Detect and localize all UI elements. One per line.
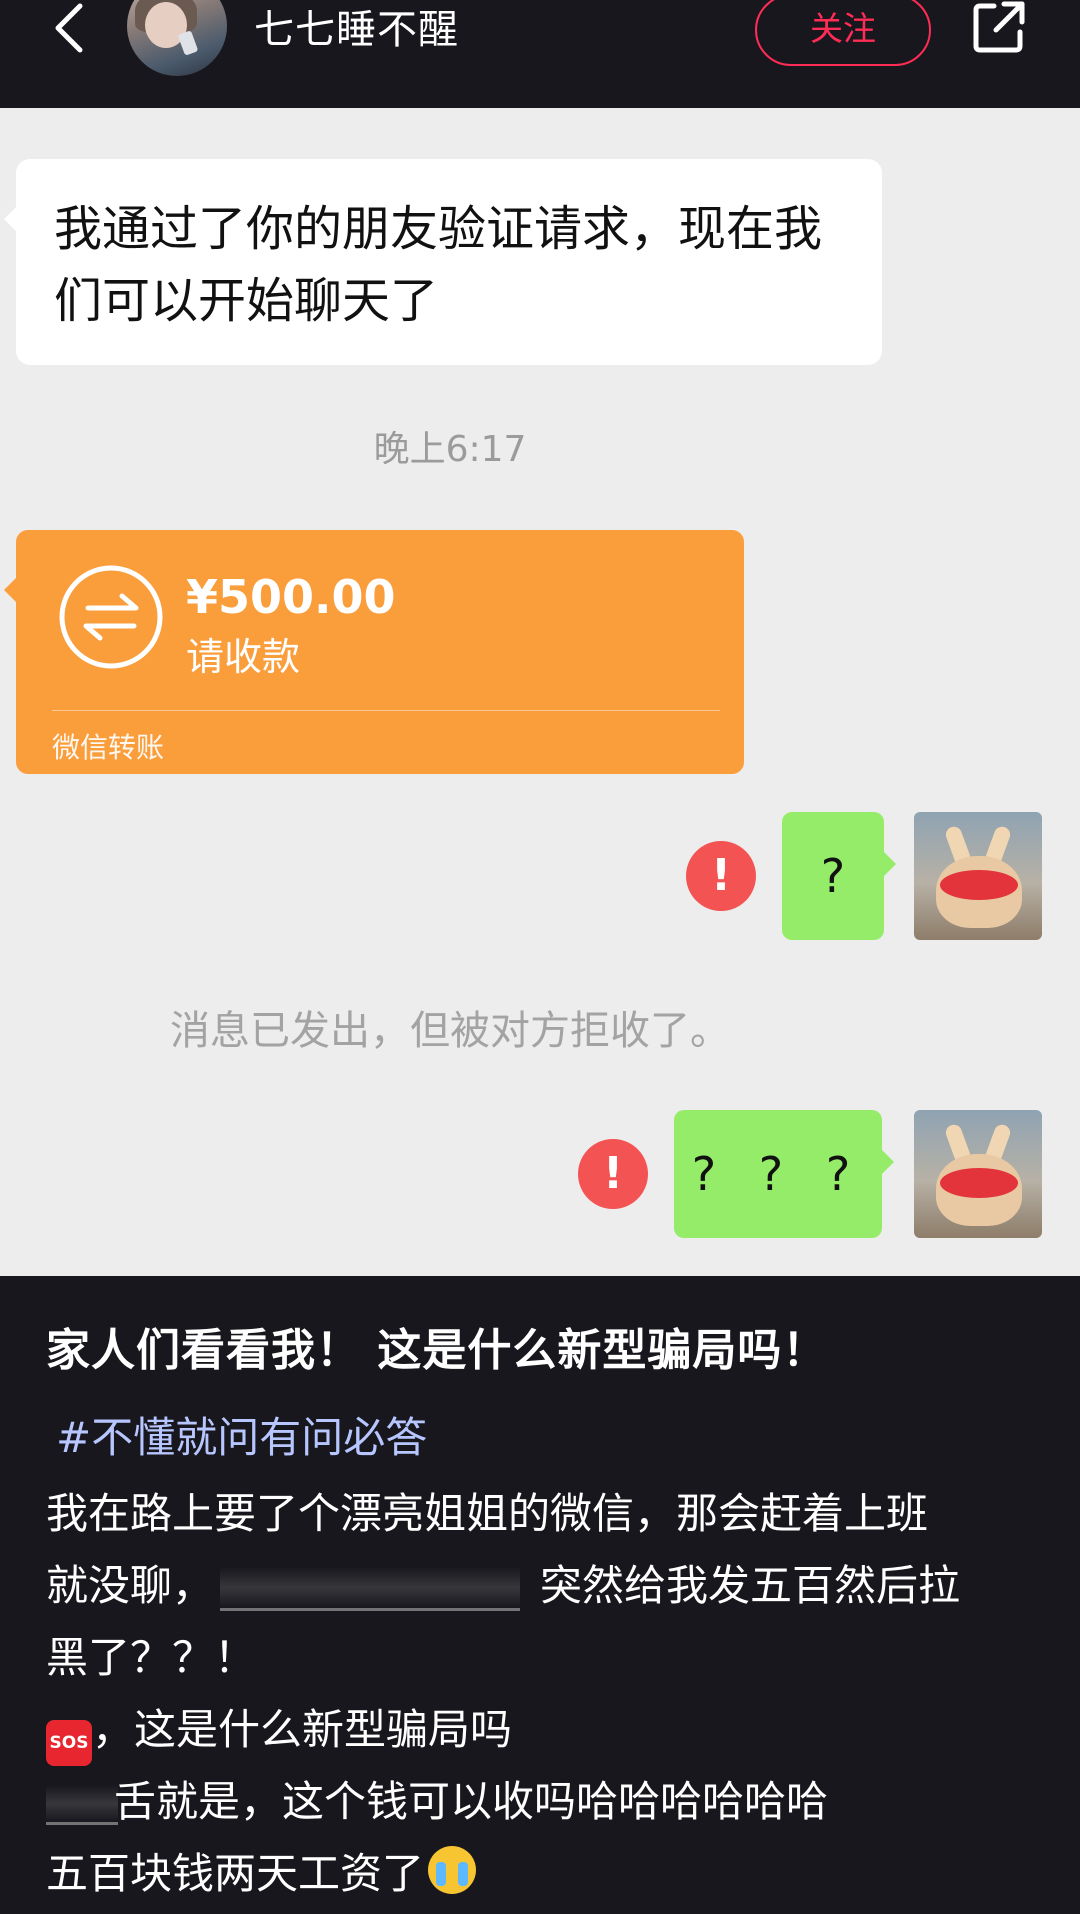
self-avatar — [914, 1110, 1042, 1238]
post-text-segment: 五百块钱两天工资了 — [46, 1849, 425, 1898]
post-text-segment: 舌就是，这个钱可以收吗哈哈哈哈哈哈 — [114, 1777, 829, 1826]
chat-timestamp: 晚上6:17 — [373, 429, 527, 470]
sent-message-bubble: ? — [782, 812, 896, 940]
post-text-line: 黑了？？！ — [46, 1633, 257, 1682]
transfer-status: 请收款 — [186, 635, 301, 679]
transfer-arrows-icon — [59, 565, 163, 669]
self-avatar — [914, 812, 1042, 940]
post-text-segment: 就没聊， — [46, 1561, 215, 1610]
post-text-line: 舌就是，这个钱可以收吗哈哈哈哈哈哈 — [46, 1768, 828, 1829]
share-external-icon — [973, 1, 1025, 53]
post-text-line: 就没聊， 突然给我发五百然后拉 — [46, 1552, 960, 1613]
author-name[interactable]: 七七睡不醒 — [254, 2, 459, 58]
post-text-segment: ，这是什么新型骗局吗 — [92, 1705, 513, 1754]
received-message-bubble: 我通过了你的朋友验证请求，现在我们可以开始聊天了 — [4, 159, 882, 365]
post-text-line: 我在路上要了个漂亮姐姐的微信，那会赶着上班 — [46, 1489, 929, 1538]
author-avatar[interactable] — [127, 0, 227, 76]
transfer-amount: ¥500.00 — [186, 570, 396, 624]
share-button[interactable] — [970, 0, 1030, 56]
avatar-phone — [177, 30, 199, 56]
chat-screenshot[interactable]: 我通过了你的朋友验证请求，现在我们可以开始聊天了 晚上6:17 ¥500.00 … — [0, 108, 1080, 1276]
send-failed-icon: ! — [578, 1139, 648, 1209]
redacted-text — [46, 1784, 118, 1825]
post-text-line: SOS，这是什么新型骗局吗 — [46, 1696, 512, 1766]
transfer-card: ¥500.00 请收款 微信转账 — [4, 530, 744, 774]
hashtag-link[interactable]: #不懂就问有问必答 — [56, 1404, 427, 1465]
avatar-lips — [940, 870, 1018, 900]
post-body: 家人们看看我！ 这是什么新型骗局吗！ #不懂就问有问必答 我在路上要了个漂亮姐姐… — [0, 1276, 1080, 1914]
rejected-notice: 消息已发出，但被对方拒收了。 — [170, 1008, 730, 1054]
post-text-segment: 突然给我发五百然后拉 — [540, 1561, 961, 1610]
redacted-text — [220, 1566, 521, 1611]
chevron-left-icon — [55, 3, 83, 53]
post-text-line: 五百块钱两天工资了 — [46, 1840, 477, 1901]
back-button[interactable] — [46, 0, 90, 60]
follow-button[interactable]: 关注 — [755, 0, 931, 66]
sent-message-bubble: ? ? ? — [674, 1110, 894, 1238]
avatar-lips — [940, 1168, 1018, 1198]
post-title: 家人们看看我！ 这是什么新型骗局吗！ — [46, 1325, 828, 1376]
send-failed-icon: ! — [686, 841, 756, 911]
transfer-divider — [52, 710, 720, 711]
top-bar: 七七睡不醒 关注 — [0, 0, 1080, 108]
transfer-label: 微信转账 — [52, 731, 165, 764]
sos-icon: SOS — [46, 1720, 92, 1766]
loudly-crying-face-icon — [428, 1846, 477, 1894]
